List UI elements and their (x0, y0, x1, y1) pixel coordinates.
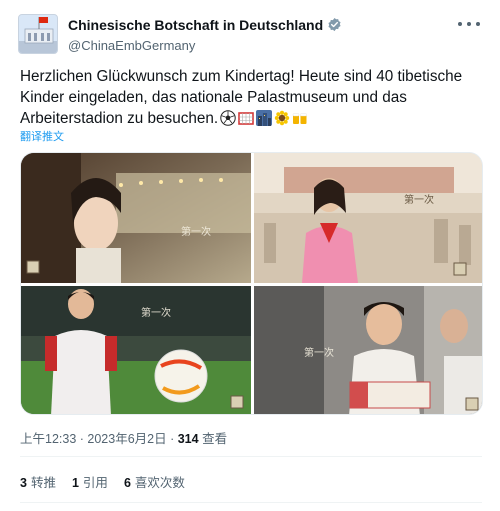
divider (20, 502, 482, 503)
avatar[interactable] (18, 14, 58, 54)
retweets-label: 转推 (30, 476, 56, 490)
more-options-icon[interactable] (458, 16, 480, 32)
engagement-stats: 3 转推 1 引用 6 喜欢次数 (20, 472, 185, 491)
tweet-header: Chinesische Botschaft in Deutschland @Ch… (18, 12, 482, 56)
quotes-label: 引用 (82, 476, 108, 490)
tweet-timestamp[interactable]: 上午12:33 · 2023年6月2日 · 314 查看 (20, 428, 227, 447)
media-photo-girl-palace[interactable]: 第一次 (254, 153, 482, 283)
emoji-row (220, 110, 308, 126)
account-handle[interactable]: @ChinaEmbGermany (68, 38, 342, 53)
media-overlay-text: 第一次 (181, 225, 211, 238)
soccer-ball-icon (220, 110, 236, 126)
tweet-date: 2023年6月2日 (87, 432, 167, 446)
divider (20, 456, 482, 457)
likes-label: 喜欢次数 (134, 476, 185, 490)
quotes-count: 1 (71, 476, 79, 490)
tweet-body: Herzlichen Glückwunsch zum Kindertag! He… (20, 66, 486, 129)
verified-badge-icon (327, 17, 342, 32)
media-photo-girl-at-window[interactable]: 第一次 (21, 153, 251, 283)
sunflower-icon (274, 110, 290, 126)
media-overlay-text: 第一次 (404, 193, 434, 206)
tweet-time: 上午12:33 (20, 432, 77, 446)
cityscape-icon (256, 110, 273, 126)
translate-tweet-link[interactable]: 翻译推文 (20, 128, 64, 144)
media-overlay-text: 第一次 (141, 306, 171, 319)
views-count: 314 (177, 432, 199, 446)
display-name[interactable]: Chinesische Botschaft in Deutschland (68, 17, 323, 33)
media-overlay-text: 第一次 (304, 346, 334, 359)
quotes-stat[interactable]: 1 引用 (72, 472, 108, 491)
media-photo-boy-football[interactable]: 第一次 (21, 286, 251, 414)
likes-count: 6 (123, 476, 131, 490)
goal-net-icon (238, 110, 254, 126)
media-grid: 第一次 第一次 第一次 第一次 (20, 152, 483, 415)
media-photo-girl-ticket[interactable]: 第一次 (254, 286, 482, 414)
views-label: 查看 (202, 432, 228, 446)
retweets-count: 3 (20, 476, 27, 490)
beer-mugs-icon (292, 110, 308, 126)
retweets-stat[interactable]: 3 转推 (20, 472, 56, 491)
likes-stat[interactable]: 6 喜欢次数 (124, 472, 185, 491)
